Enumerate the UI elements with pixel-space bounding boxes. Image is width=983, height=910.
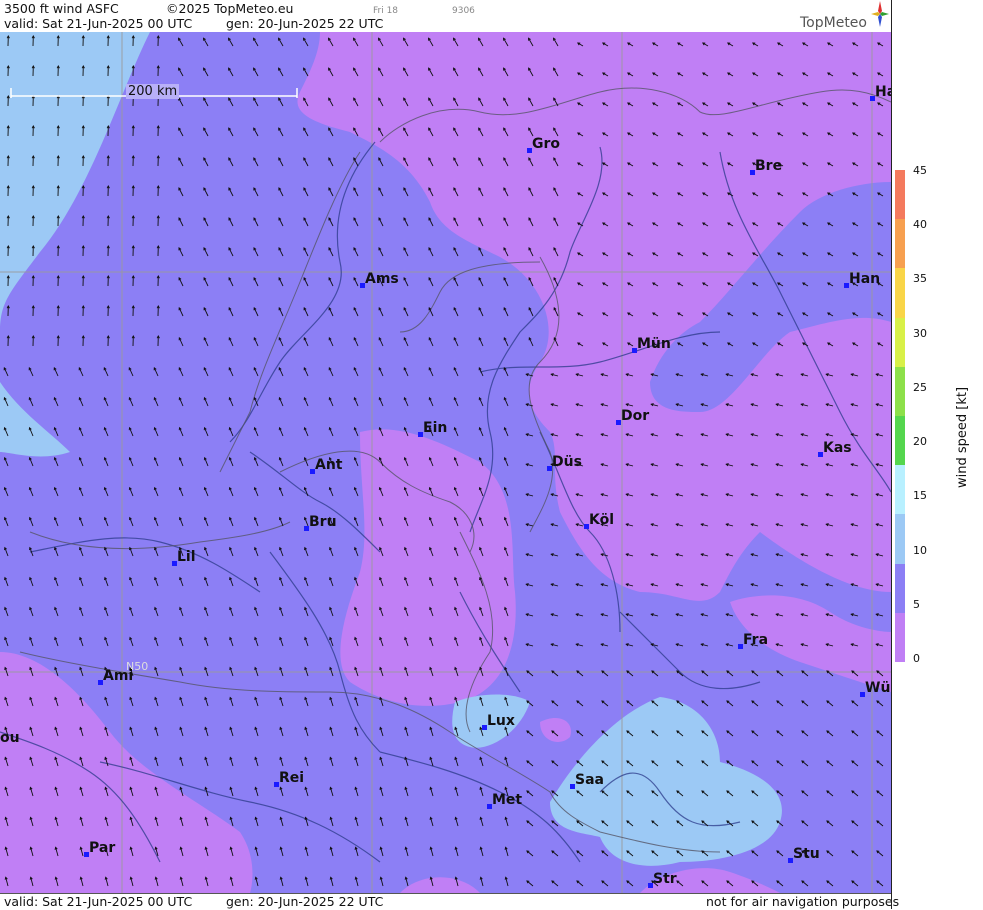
wind-speed-legend: 454035302520151050 wind speed [kt] xyxy=(893,168,983,668)
legend-tick-label: 20 xyxy=(913,435,927,448)
legend-swatch xyxy=(895,514,905,564)
legend-tick-label: 5 xyxy=(913,598,920,611)
map-header: 3500 ft wind ASFC ©2025 TopMeteo.eu Fri … xyxy=(0,0,891,32)
footer-generated-time: gen: 20-Jun-2025 22 UTC xyxy=(226,895,383,909)
frame-divider xyxy=(891,0,892,909)
city-label[interactable]: Ams xyxy=(365,271,399,287)
wind-map[interactable]: 200 km N50 GroBreHaAmsHanMünDorEinKasAnt… xyxy=(0,32,891,893)
legend-tick-label: 10 xyxy=(913,544,927,557)
footer-valid-time: valid: Sat 21-Jun-2025 00 UTC xyxy=(4,895,192,909)
city-label[interactable]: Str xyxy=(653,871,677,887)
map-title: 3500 ft wind ASFC xyxy=(4,2,119,16)
legend-swatch xyxy=(895,170,905,220)
city-label[interactable]: Ein xyxy=(423,420,447,436)
legend-tick-label: 15 xyxy=(913,489,927,502)
valid-time: valid: Sat 21-Jun-2025 00 UTC xyxy=(4,17,192,31)
compass-star-icon xyxy=(870,0,890,28)
legend-swatch xyxy=(895,564,905,614)
city-label[interactable]: Wü xyxy=(865,680,890,696)
topmeteo-logo-text[interactable]: TopMeteo xyxy=(800,15,867,31)
city-label[interactable]: Bre xyxy=(755,158,782,174)
city-label[interactable]: Düs xyxy=(552,454,582,470)
legend-swatch xyxy=(895,268,905,318)
city-label[interactable]: Fra xyxy=(743,632,768,648)
legend-tick-label: 40 xyxy=(913,218,927,231)
city-label[interactable]: Ha xyxy=(875,84,891,100)
legend-tick-label: 45 xyxy=(913,164,927,177)
copyright: ©2025 TopMeteo.eu xyxy=(166,2,293,16)
legend-swatch xyxy=(895,367,905,417)
legend-swatch xyxy=(895,613,905,663)
city-label[interactable]: Mün xyxy=(637,336,671,352)
city-label[interactable]: Ami xyxy=(103,668,133,684)
city-label[interactable]: Met xyxy=(492,792,522,808)
legend-tick-label: 25 xyxy=(913,381,927,394)
legend-swatch xyxy=(895,416,905,466)
city-label[interactable]: Kas xyxy=(823,440,852,456)
city-label[interactable]: Ant xyxy=(315,457,343,473)
city-label[interactable]: Stu xyxy=(793,846,820,862)
legend-swatch xyxy=(895,465,905,515)
legend-swatch xyxy=(895,219,905,269)
city-label[interactable]: Bru xyxy=(309,514,337,530)
city-label[interactable]: ou xyxy=(0,730,20,746)
city-label[interactable]: Lil xyxy=(177,549,196,565)
legend-unit-label: wind speed [kt] xyxy=(955,387,970,488)
legend-tick-label: 30 xyxy=(913,327,927,340)
city-label[interactable]: Köl xyxy=(589,512,614,528)
map-code: 9306 xyxy=(452,4,475,18)
legend-swatch xyxy=(895,318,905,368)
city-label[interactable]: Han xyxy=(849,271,880,287)
disclaimer: not for air navigation purposes xyxy=(706,895,899,909)
city-label[interactable]: Rei xyxy=(279,770,304,786)
legend-tick-label: 35 xyxy=(913,272,927,285)
legend-color-bar xyxy=(895,170,905,662)
city-label[interactable]: Gro xyxy=(532,136,560,152)
scale-label: 200 km xyxy=(126,84,179,99)
city-label[interactable]: Dor xyxy=(621,408,649,424)
city-label[interactable]: Par xyxy=(89,840,115,856)
city-label[interactable]: Saa xyxy=(575,772,604,788)
map-footer: valid: Sat 21-Jun-2025 00 UTC gen: 20-Ju… xyxy=(0,893,891,910)
city-label[interactable]: Lux xyxy=(487,713,515,729)
scale-bar: 200 km xyxy=(10,84,298,102)
legend-tick-label: 0 xyxy=(913,652,920,665)
generated-time: gen: 20-Jun-2025 22 UTC xyxy=(226,17,383,31)
